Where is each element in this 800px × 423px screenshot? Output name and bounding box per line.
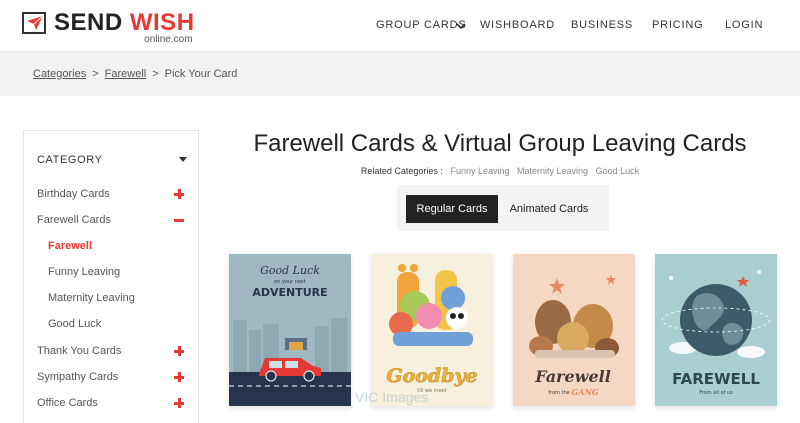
card-adventure-small: on your next: [274, 279, 306, 285]
watermark: VIC Images: [355, 389, 429, 405]
caret-down-icon[interactable]: [179, 157, 187, 162]
site-header: SEND WISH online.com GROUP CARDS WISHBOA…: [0, 0, 800, 52]
sidebar-item-farewell-cards[interactable]: Farewell Cards: [37, 214, 111, 226]
nav-wishboard[interactable]: WISHBOARD: [480, 19, 555, 31]
card-adventure-title: ADVENTURE: [252, 286, 327, 299]
sidebar-item-sympathy-cards[interactable]: Sympathy Cards: [37, 371, 118, 383]
nav-group-cards[interactable]: GROUP CARDS: [376, 19, 467, 31]
card-farewell-globe-title: FAREWELL: [672, 370, 760, 388]
breadcrumb-farewell[interactable]: Farewell: [105, 68, 147, 80]
card-farewell-gang-title: Farewell: [534, 367, 611, 386]
card-farewell-gang-word: GANG: [571, 387, 598, 397]
sidebar-subitem-maternity-leaving[interactable]: Maternity Leaving: [48, 292, 135, 304]
sidebar-item-birthday-cards[interactable]: Birthday Cards: [37, 188, 110, 200]
breadcrumb: Categories > Farewell > Pick Your Card: [33, 68, 237, 80]
plus-icon[interactable]: [174, 189, 184, 199]
tab-regular-cards[interactable]: Regular Cards: [406, 195, 498, 223]
related-link-maternity-leaving[interactable]: Maternity Leaving: [517, 166, 588, 176]
nav-login[interactable]: LOGIN: [725, 19, 763, 31]
sidebar-subitem-good-luck[interactable]: Good Luck: [48, 318, 101, 330]
card-goodbye-art: Goodbye till we meet: [371, 254, 493, 406]
related-categories: Related Categories : Funny Leaving Mater…: [200, 166, 800, 176]
minus-icon[interactable]: [174, 215, 184, 225]
sidebar-subitem-funny-leaving[interactable]: Funny Leaving: [48, 266, 120, 278]
card-goodbye-title: Goodbye: [386, 365, 477, 387]
card-farewell-globe-small: From all of us: [699, 390, 733, 396]
card-farewell-gang-small: from the: [548, 390, 569, 396]
related-label: Related Categories :: [360, 166, 443, 176]
plus-icon[interactable]: [174, 398, 184, 408]
card-farewell-globe-art: FAREWELL From all of us: [655, 254, 777, 406]
breadcrumb-bar: Categories > Farewell > Pick Your Card: [0, 52, 800, 96]
breadcrumb-separator: >: [92, 68, 99, 80]
main-nav: GROUP CARDS WISHBOARD BUSINESS PRICING L…: [0, 19, 800, 33]
card-farewell-gang[interactable]: Farewell from the GANG: [513, 254, 635, 406]
nav-pricing[interactable]: PRICING: [652, 19, 703, 31]
sidebar-item-thank-you-cards[interactable]: Thank You Cards: [37, 345, 121, 357]
plus-icon[interactable]: [174, 346, 184, 356]
related-link-funny-leaving[interactable]: Funny Leaving: [450, 166, 509, 176]
nav-business[interactable]: BUSINESS: [571, 19, 633, 31]
breadcrumb-current: Pick Your Card: [164, 68, 238, 80]
category-heading[interactable]: CATEGORY: [37, 154, 103, 166]
card-adventure-art: Good Luck on your next ADVENTURE: [229, 254, 351, 406]
card-adventure[interactable]: Good Luck on your next ADVENTURE: [229, 254, 351, 406]
brand-subtext: online.com: [144, 34, 193, 45]
card-farewell-globe[interactable]: FAREWELL From all of us: [655, 254, 777, 406]
chevron-down-icon[interactable]: [455, 20, 467, 32]
category-sidebar: CATEGORY Birthday Cards Farewell Cards F…: [23, 130, 199, 423]
card-type-toggle: Regular Cards Animated Cards: [397, 185, 609, 231]
plus-icon[interactable]: [174, 372, 184, 382]
related-link-good-luck[interactable]: Good Luck: [596, 166, 640, 176]
page-title: Farewell Cards & Virtual Group Leaving C…: [253, 130, 747, 157]
card-farewell-gang-art: Farewell from the GANG: [513, 254, 635, 406]
breadcrumb-separator: >: [152, 68, 159, 80]
card-goodbye[interactable]: Goodbye till we meet: [371, 254, 493, 406]
sidebar-subitem-farewell[interactable]: Farewell: [48, 240, 92, 252]
sidebar-item-office-cards[interactable]: Office Cards: [37, 397, 98, 409]
tab-animated-cards[interactable]: Animated Cards: [503, 195, 595, 223]
breadcrumb-categories[interactable]: Categories: [33, 68, 86, 80]
card-adventure-script: Good Luck: [260, 264, 320, 277]
